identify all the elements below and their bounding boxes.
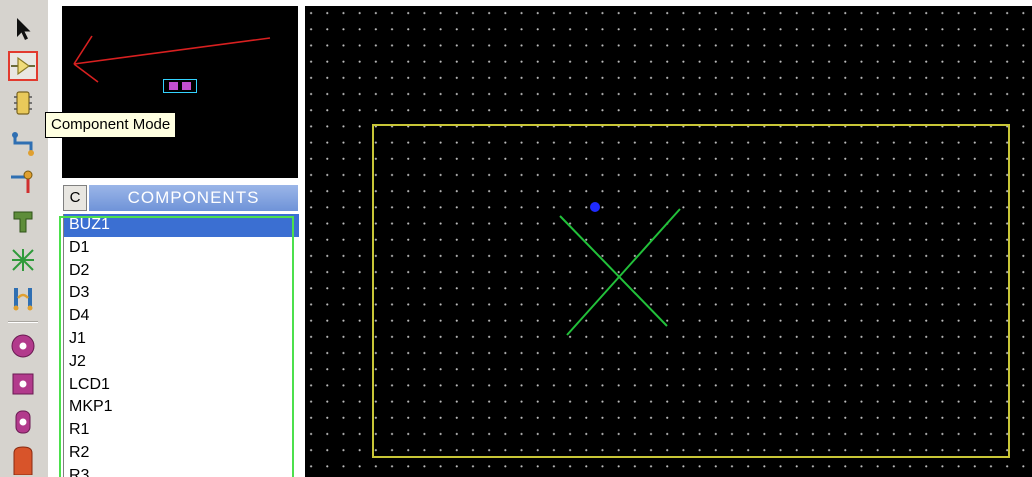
component-list-item[interactable]: J1 <box>64 328 299 351</box>
round-pad-icon <box>11 334 35 358</box>
ratsnest-mode-button[interactable] <box>8 245 38 275</box>
track-icon <box>12 132 34 156</box>
component-mode-tooltip: Component Mode <box>45 112 177 138</box>
component-mode-toggle-button[interactable]: C <box>63 185 87 211</box>
board-edge-outline <box>372 124 1010 458</box>
via-mode-button[interactable] <box>8 167 38 197</box>
overview-pad <box>169 82 178 90</box>
edge-pad-icon <box>13 446 33 475</box>
overview-pad <box>182 82 191 90</box>
overview-component-preview <box>163 79 197 93</box>
selection-mode-button[interactable] <box>8 14 38 44</box>
toolbar-separator <box>8 321 38 323</box>
components-list[interactable]: BUZ1 D1 D2 D3 D4 J1 J2 LCD1 MKP1 R1 R2 R… <box>63 214 299 477</box>
square-pad-mode-button[interactable] <box>8 369 38 399</box>
component-list-item[interactable]: BUZ1 <box>64 214 299 237</box>
mode-toolbar <box>0 0 48 477</box>
components-panel-title: COMPONENTS <box>89 185 298 211</box>
component-list-item[interactable]: D3 <box>64 282 299 305</box>
pcb-editing-canvas[interactable] <box>305 6 1032 477</box>
component-list-item[interactable]: J2 <box>64 351 299 374</box>
component-list-item[interactable]: LCD1 <box>64 374 299 397</box>
edge-pad-mode-button[interactable] <box>8 445 38 475</box>
component-list-item[interactable]: MKP1 <box>64 396 299 419</box>
via-icon <box>11 170 33 193</box>
component-list-item[interactable]: R3 <box>64 465 299 477</box>
ratsnest-icon <box>12 249 34 271</box>
component-mode-button[interactable] <box>8 51 38 81</box>
component-icon <box>11 56 35 76</box>
dil-pad-icon <box>15 410 31 434</box>
overview-window[interactable] <box>62 6 298 178</box>
component-list-item[interactable]: R1 <box>64 419 299 442</box>
connectivity-icon <box>13 288 33 311</box>
component-list-item[interactable]: D4 <box>64 305 299 328</box>
dil-pad-mode-button[interactable] <box>8 407 38 437</box>
arrow-cursor-icon <box>17 18 31 40</box>
round-pad-mode-button[interactable] <box>8 331 38 361</box>
zone-mode-button[interactable] <box>8 207 38 237</box>
track-mode-button[interactable] <box>8 129 38 159</box>
zone-icon <box>13 211 33 233</box>
square-pad-icon <box>12 373 34 395</box>
package-icon <box>14 91 32 115</box>
component-list-item[interactable]: D2 <box>64 260 299 283</box>
component-list-item[interactable]: D1 <box>64 237 299 260</box>
component-list-item[interactable]: R2 <box>64 442 299 465</box>
components-panel-header: C COMPONENTS <box>63 185 298 211</box>
package-mode-button[interactable] <box>8 88 38 118</box>
connectivity-mode-button[interactable] <box>8 283 38 313</box>
placement-cross-marker <box>559 202 681 336</box>
